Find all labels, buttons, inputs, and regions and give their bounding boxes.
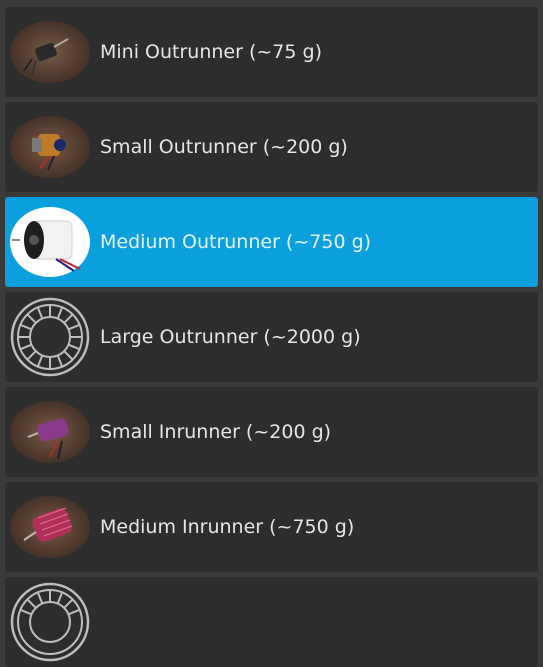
mini-outrunner-photo-icon — [10, 12, 90, 92]
motor-item-small-inrunner[interactable]: Small Inrunner (~200 g) — [5, 387, 538, 477]
small-inrunner-photo-icon — [10, 392, 90, 472]
small-outrunner-photo-icon — [10, 107, 90, 187]
motor-item-partial[interactable] — [5, 577, 538, 667]
motor-item-label: Small Inrunner (~200 g) — [100, 421, 332, 443]
motor-item-label: Mini Outrunner (~75 g) — [100, 41, 322, 63]
motor-item-medium-inrunner[interactable]: Medium Inrunner (~750 g) — [5, 482, 538, 572]
medium-inrunner-photo-icon — [10, 487, 90, 567]
medium-outrunner-photo-icon — [10, 202, 90, 282]
motor-item-label: Medium Outrunner (~750 g) — [100, 231, 372, 253]
motor-item-label: Medium Inrunner (~750 g) — [100, 516, 355, 538]
outrunner-placeholder-icon — [10, 582, 90, 662]
motor-item-mini-outrunner[interactable]: Mini Outrunner (~75 g) — [5, 7, 538, 97]
motor-item-large-outrunner[interactable]: Large Outrunner (~2000 g) — [5, 292, 538, 382]
motor-item-label: Large Outrunner (~2000 g) — [100, 326, 361, 348]
motor-item-label: Small Outrunner (~200 g) — [100, 136, 348, 158]
motor-item-small-outrunner[interactable]: Small Outrunner (~200 g) — [5, 102, 538, 192]
outrunner-placeholder-icon — [10, 297, 90, 377]
motor-item-medium-outrunner[interactable]: Medium Outrunner (~750 g) — [5, 197, 538, 287]
motor-list: Mini Outrunner (~75 g) Small Outrunner (… — [0, 0, 543, 667]
